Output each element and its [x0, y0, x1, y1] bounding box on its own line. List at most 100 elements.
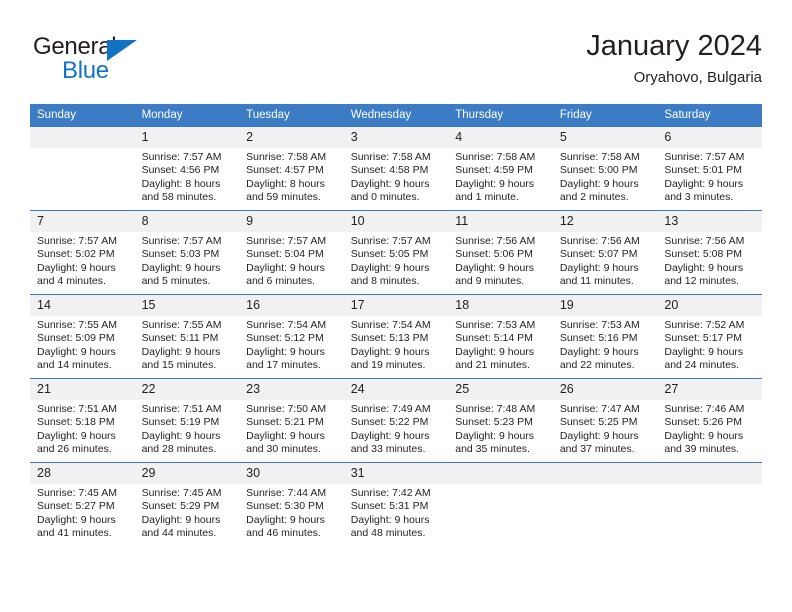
calendar-day-cell[interactable]: 21 Sunrise: 7:51 AM Sunset: 5:18 PM Dayligh… [30, 378, 135, 462]
calendar-day-cell[interactable]: 28 Sunrise: 7:45 AM Sunset: 5:27 PM Dayligh… [30, 462, 135, 546]
page-header: General Blue January 2024 Oryahovo, Bulg… [30, 28, 762, 100]
sunrise-text: Sunrise: 7:54 AM [246, 319, 327, 331]
daylight-text-line2: and 15 minutes. [141, 359, 217, 372]
calendar-day-cell[interactable] [552, 462, 658, 546]
day-cell-inner: 16 Sunrise: 7:54 AM Sunset: 5:12 PM Dayligh… [239, 294, 344, 378]
calendar-day-cell[interactable]: 5 Sunrise: 7:58 AM Sunset: 5:00 PM Daylight… [552, 126, 658, 210]
sunrise-text: Sunrise: 7:56 AM [559, 235, 640, 247]
day-info: Sunrise: 7:57 AM Sunset: 5:01 PM Daylight:… [657, 148, 762, 205]
daylight-text-line1: Daylight: 9 hours [559, 261, 639, 274]
calendar-day-cell[interactable]: 31 Sunrise: 7:42 AM Sunset: 5:31 PM Dayligh… [343, 462, 449, 546]
day-info: Sunrise: 7:45 AM Sunset: 5:29 PM Daylight:… [135, 484, 240, 541]
day-cell-inner: 13 Sunrise: 7:56 AM Sunset: 5:08 PM Dayligh… [657, 210, 762, 294]
day-number: 17 [343, 295, 449, 316]
weekday-header-tuesday: Tuesday [239, 104, 344, 126]
day-info: Sunrise: 7:56 AM Sunset: 5:06 PM Daylight:… [448, 232, 553, 289]
daylight-text-line1: Daylight: 9 hours [350, 177, 430, 190]
sunrise-text: Sunrise: 7:57 AM [350, 235, 431, 247]
sunset-text: Sunset: 5:05 PM [350, 248, 429, 261]
calendar-day-cell[interactable]: 23 Sunrise: 7:50 AM Sunset: 5:21 PM Dayligh… [239, 378, 344, 462]
day-number: 18 [448, 295, 553, 316]
daylight-text-line2: and 39 minutes. [664, 443, 740, 456]
calendar-day-cell[interactable] [657, 462, 762, 546]
calendar-day-cell[interactable]: 25 Sunrise: 7:48 AM Sunset: 5:23 PM Dayligh… [448, 378, 553, 462]
page-subtitle: Oryahovo, Bulgaria [633, 69, 762, 86]
calendar-header-row: Sunday Monday Tuesday Wednesday Thursday… [30, 104, 762, 126]
calendar-day-cell[interactable]: 30 Sunrise: 7:44 AM Sunset: 5:30 PM Dayligh… [239, 462, 344, 546]
day-cell-inner: 20 Sunrise: 7:52 AM Sunset: 5:17 PM Dayligh… [657, 294, 762, 378]
day-info: Sunrise: 7:55 AM Sunset: 5:11 PM Daylight:… [135, 316, 240, 373]
day-number: 23 [239, 379, 344, 400]
daylight-text-line1: Daylight: 9 hours [246, 429, 325, 442]
daylight-text-line2: and 11 minutes. [559, 275, 634, 288]
general-blue-logo: General Blue [33, 34, 173, 90]
day-info: Sunrise: 7:48 AM Sunset: 5:23 PM Daylight:… [448, 400, 553, 457]
calendar-day-cell[interactable]: 18 Sunrise: 7:53 AM Sunset: 5:14 PM Dayligh… [448, 294, 553, 378]
calendar-day-cell[interactable]: 20 Sunrise: 7:52 AM Sunset: 5:17 PM Dayligh… [657, 294, 762, 378]
sunrise-text: Sunrise: 7:56 AM [455, 235, 536, 247]
day-info: Sunrise: 7:56 AM Sunset: 5:07 PM Daylight:… [553, 232, 658, 289]
daylight-text-line1: Daylight: 9 hours [37, 429, 116, 442]
calendar-day-cell[interactable] [30, 126, 135, 210]
day-info: Sunrise: 7:58 AM Sunset: 4:58 PM Daylight:… [344, 148, 449, 205]
daylight-text-line1: Daylight: 9 hours [350, 345, 430, 358]
day-info: Sunrise: 7:57 AM Sunset: 5:02 PM Daylight:… [30, 232, 135, 289]
sunset-text: Sunset: 5:11 PM [141, 332, 219, 345]
day-cell-inner: 11 Sunrise: 7:56 AM Sunset: 5:06 PM Dayligh… [448, 210, 553, 294]
calendar-day-cell[interactable]: 1 Sunrise: 7:57 AM Sunset: 4:56 PM Daylight… [134, 126, 240, 210]
calendar-day-cell[interactable]: 3 Sunrise: 7:58 AM Sunset: 4:58 PM Daylight… [343, 126, 449, 210]
daylight-text-line2: and 44 minutes. [141, 527, 217, 540]
calendar-day-cell[interactable]: 14 Sunrise: 7:55 AM Sunset: 5:09 PM Dayligh… [30, 294, 135, 378]
daylight-text-line2: and 6 minutes. [246, 275, 316, 288]
sunset-text: Sunset: 5:17 PM [664, 332, 743, 345]
calendar-day-cell[interactable]: 29 Sunrise: 7:45 AM Sunset: 5:29 PM Dayligh… [134, 462, 240, 546]
day-cell-inner: 3 Sunrise: 7:58 AM Sunset: 4:58 PM Daylight… [343, 126, 449, 210]
calendar-day-cell[interactable]: 10 Sunrise: 7:57 AM Sunset: 5:05 PM Dayligh… [343, 210, 449, 294]
calendar-day-cell[interactable]: 7 Sunrise: 7:57 AM Sunset: 5:02 PM Daylight… [30, 210, 135, 294]
day-number: 26 [552, 379, 658, 400]
calendar-body: 1 Sunrise: 7:57 AM Sunset: 4:56 PM Daylight… [30, 126, 762, 546]
calendar-day-cell[interactable]: 15 Sunrise: 7:55 AM Sunset: 5:11 PM Dayligh… [134, 294, 240, 378]
calendar-page: General Blue January 2024 Oryahovo, Bulg… [0, 0, 792, 612]
day-cell-inner [657, 462, 762, 546]
daylight-text-line1: Daylight: 9 hours [455, 261, 535, 274]
daylight-text-line1: Daylight: 9 hours [664, 429, 744, 442]
day-number: 6 [657, 127, 762, 148]
day-cell-inner [552, 462, 658, 546]
daylight-text-line1: Daylight: 9 hours [37, 345, 116, 358]
sunset-text: Sunset: 5:09 PM [37, 332, 115, 345]
daylight-text-line1: Daylight: 9 hours [37, 513, 116, 526]
daylight-text-line1: Daylight: 9 hours [37, 261, 116, 274]
sunset-text: Sunset: 5:23 PM [455, 416, 533, 429]
calendar-day-cell[interactable]: 13 Sunrise: 7:56 AM Sunset: 5:08 PM Dayligh… [657, 210, 762, 294]
daylight-text-line2: and 46 minutes. [246, 527, 321, 540]
calendar-day-cell[interactable]: 11 Sunrise: 7:56 AM Sunset: 5:06 PM Dayligh… [448, 210, 553, 294]
title-block: January 2024 Oryahovo, Bulgaria [586, 28, 762, 89]
day-number: 4 [448, 127, 553, 148]
calendar-day-cell[interactable]: 12 Sunrise: 7:56 AM Sunset: 5:07 PM Dayligh… [552, 210, 658, 294]
sunrise-text: Sunrise: 7:53 AM [559, 319, 640, 331]
calendar-day-cell[interactable]: 6 Sunrise: 7:57 AM Sunset: 5:01 PM Daylight… [657, 126, 762, 210]
calendar-day-cell[interactable]: 8 Sunrise: 7:57 AM Sunset: 5:03 PM Daylight… [134, 210, 240, 294]
daylight-text-line1: Daylight: 9 hours [664, 177, 744, 190]
calendar-day-cell[interactable]: 17 Sunrise: 7:54 AM Sunset: 5:13 PM Dayligh… [343, 294, 449, 378]
calendar-day-cell[interactable]: 26 Sunrise: 7:47 AM Sunset: 5:25 PM Dayligh… [552, 378, 658, 462]
daylight-text-line1: Daylight: 9 hours [141, 345, 221, 358]
calendar-day-cell[interactable]: 9 Sunrise: 7:57 AM Sunset: 5:04 PM Daylight… [239, 210, 344, 294]
calendar-day-cell[interactable]: 22 Sunrise: 7:51 AM Sunset: 5:19 PM Dayligh… [134, 378, 240, 462]
day-cell-inner: 10 Sunrise: 7:57 AM Sunset: 5:05 PM Dayligh… [343, 210, 449, 294]
calendar-day-cell[interactable]: 4 Sunrise: 7:58 AM Sunset: 4:59 PM Daylight… [448, 126, 553, 210]
day-info: Sunrise: 7:44 AM Sunset: 5:30 PM Daylight:… [239, 484, 344, 541]
daylight-text-line2: and 48 minutes. [350, 527, 426, 540]
calendar-day-cell[interactable]: 27 Sunrise: 7:46 AM Sunset: 5:26 PM Dayligh… [657, 378, 762, 462]
sunrise-text: Sunrise: 7:54 AM [350, 319, 431, 331]
daylight-text-line1: Daylight: 9 hours [455, 177, 535, 190]
calendar-day-cell[interactable]: 24 Sunrise: 7:49 AM Sunset: 5:22 PM Dayligh… [343, 378, 449, 462]
calendar-day-cell[interactable]: 16 Sunrise: 7:54 AM Sunset: 5:12 PM Dayligh… [239, 294, 344, 378]
calendar-day-cell[interactable]: 2 Sunrise: 7:58 AM Sunset: 4:57 PM Daylight… [239, 126, 344, 210]
calendar-day-cell[interactable] [448, 462, 553, 546]
sunrise-text: Sunrise: 7:45 AM [37, 487, 117, 499]
calendar-day-cell[interactable]: 19 Sunrise: 7:53 AM Sunset: 5:16 PM Dayligh… [552, 294, 658, 378]
sunrise-text: Sunrise: 7:53 AM [455, 319, 536, 331]
daylight-text-line1: Daylight: 9 hours [350, 261, 430, 274]
